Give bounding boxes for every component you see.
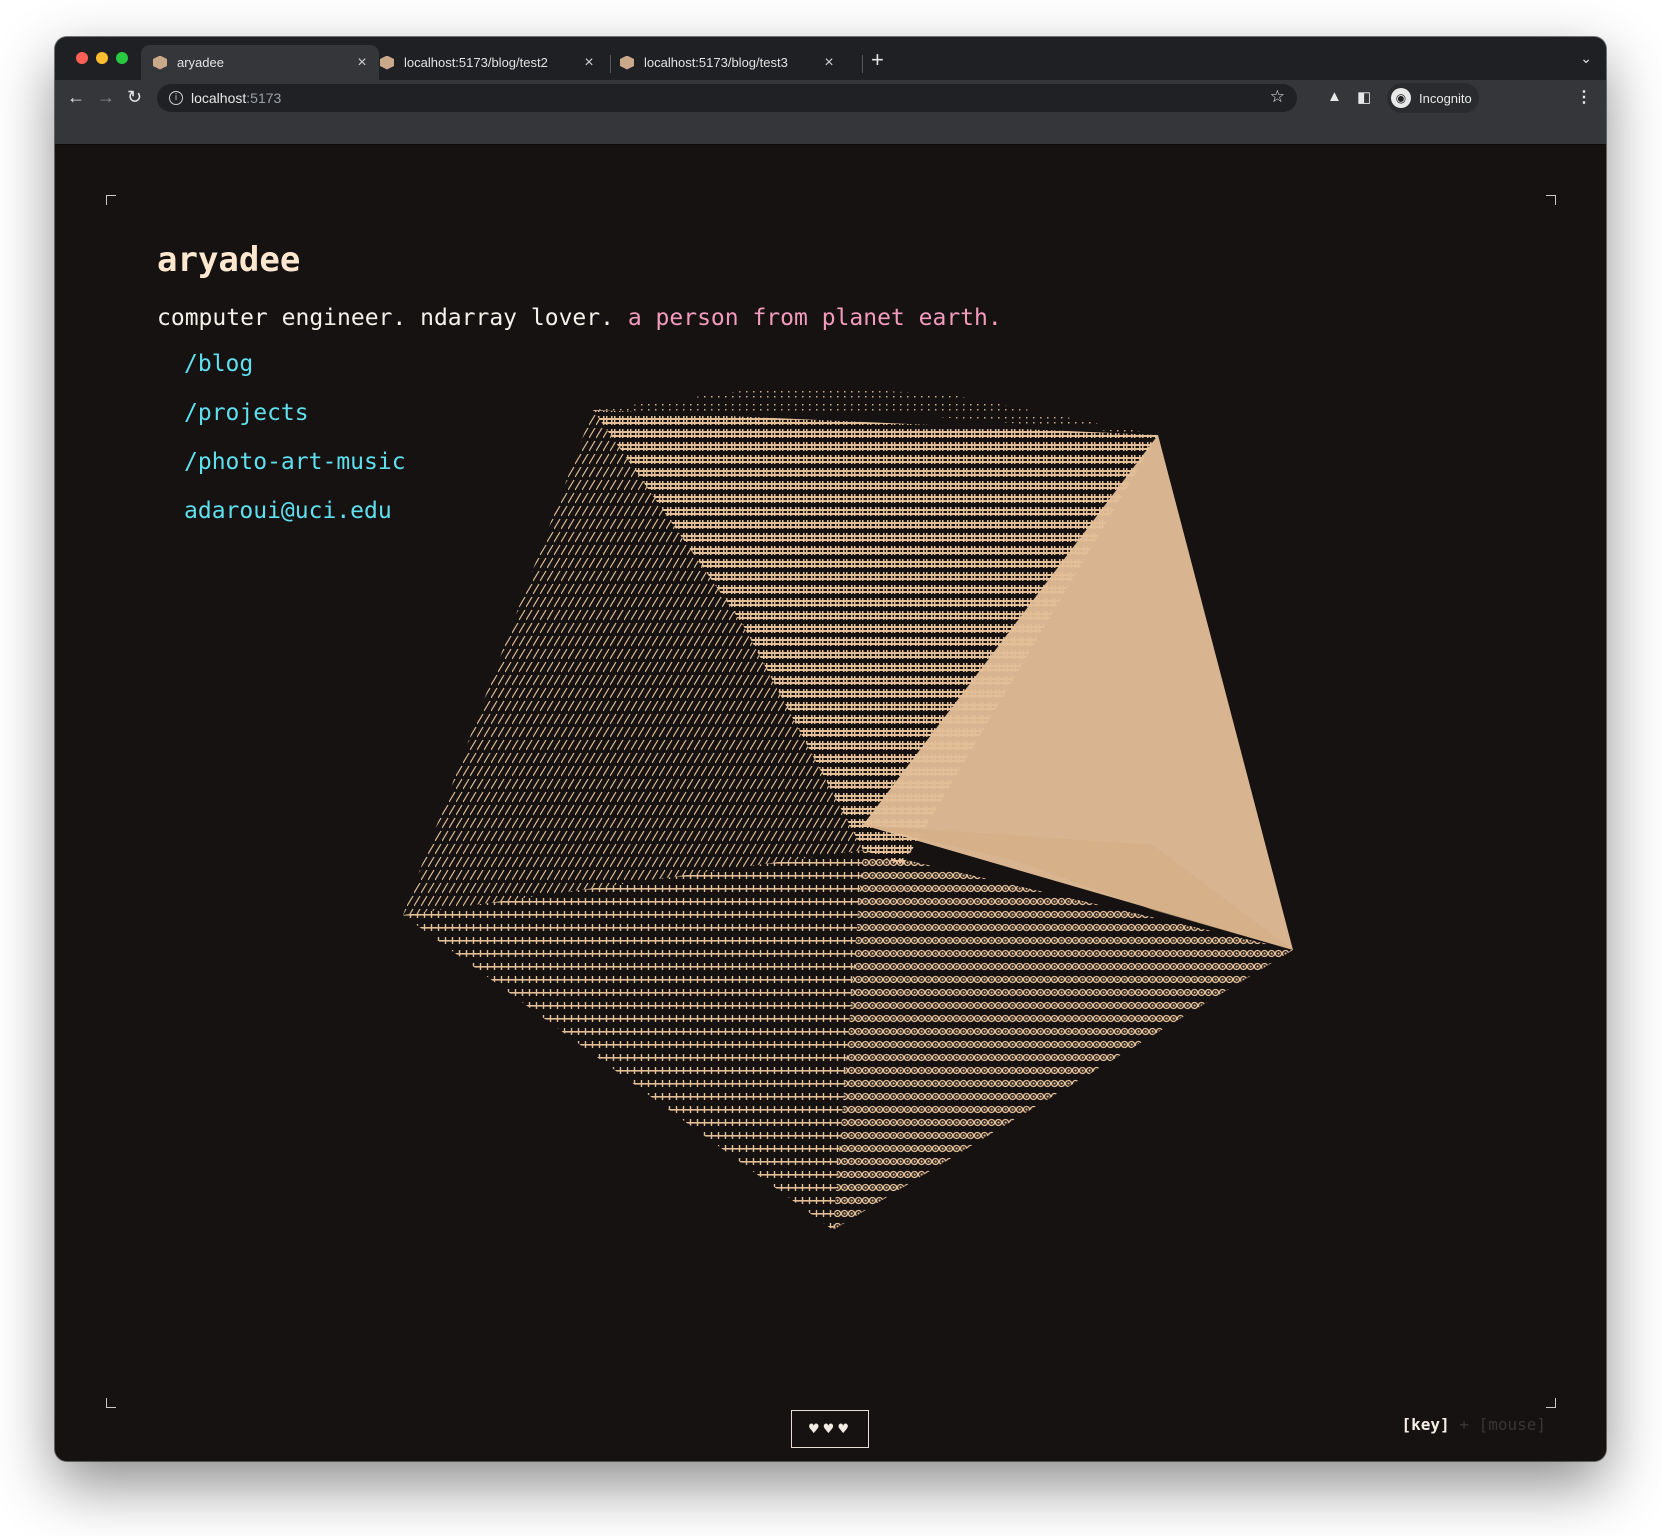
favicon-icon [620,55,634,70]
input-mode-indicator: [key] + [mouse] [1401,1415,1546,1434]
address-port: :5173 [246,90,282,106]
minimize-window-button[interactable] [96,52,108,64]
tab-label: localhost:5173/blog/test2 [404,55,548,70]
incognito-icon: ◉ [1391,88,1411,108]
mode-sep: + [1459,1415,1469,1434]
side-panel-icon[interactable]: ◧ [1357,88,1371,106]
new-tab-button[interactable]: + [871,49,884,71]
tab-divider [862,55,863,73]
page-title: aryadee [157,240,301,280]
address-bar[interactable]: i localhost:5173 ☆ [157,84,1297,112]
link-email[interactable]: adaroui@uci.edu [184,497,406,525]
browser-menu-icon[interactable]: ⋮ [1576,87,1592,107]
close-tab-icon[interactable]: × [818,54,840,72]
nav-links: /blog /projects /photo-art-music adaroui… [184,350,406,546]
forward-button[interactable]: → [97,86,115,108]
tab-label: localhost:5173/blog/test3 [644,55,788,70]
corner-bracket-bottom-right [1546,1398,1556,1408]
bookmark-star-icon[interactable]: ☆ [1270,87,1285,107]
mode-mouse[interactable]: [mouse] [1479,1415,1546,1434]
corner-bracket-top-left [106,195,116,205]
tab-blog-test2[interactable]: localhost:5173/blog/test2 × [368,45,606,80]
corner-bracket-bottom-left [106,1398,116,1408]
tab-aryadee[interactable]: aryadee × [141,45,379,80]
corner-bracket-top-right [1546,195,1556,205]
browser-toolbar: ← → ↻ i localhost:5173 ☆ ▲ ◧ ◉ Incognito… [55,80,1606,116]
tab-blog-test3[interactable]: localhost:5173/blog/test3 × [608,45,846,80]
ascii-face-bottom-left [403,850,863,1230]
tagline-accent: a person from planet earth. [627,305,1002,331]
address-host: localhost [191,90,247,106]
site-info-icon[interactable]: i [169,91,183,105]
tab-label: aryadee [177,55,224,70]
link-photo-art-music[interactable]: /photo-art-music [184,448,406,476]
tab-search-chevron-icon[interactable]: ⌄ [1580,50,1592,67]
ascii-art-canvas[interactable] [393,375,1393,1255]
incognito-profile-button[interactable]: ◉ Incognito [1387,83,1479,113]
tagline: computer engineer. ndarray lover. a pers… [157,305,1002,331]
browser-window: aryadee × localhost:5173/blog/test2 × lo… [55,37,1606,1461]
tab-strip: aryadee × localhost:5173/blog/test2 × lo… [55,37,1606,80]
toolbar-extension-strip [55,116,1606,145]
back-button[interactable]: ← [67,86,85,108]
labs-flask-icon[interactable]: ▲ [1327,88,1342,105]
reload-button[interactable]: ↻ [127,86,142,108]
favicon-icon [380,55,394,70]
close-window-button[interactable] [76,52,88,64]
link-projects[interactable]: /projects [184,399,406,427]
link-blog[interactable]: /blog [184,350,406,378]
profile-label: Incognito [1419,90,1472,106]
hearts-button[interactable]: ♥♥♥ [791,1410,869,1448]
close-tab-icon[interactable]: × [578,54,600,72]
mode-key[interactable]: [key] [1401,1415,1449,1434]
maximize-window-button[interactable] [116,52,128,64]
page-viewport: aryadee computer engineer. ndarray lover… [55,145,1606,1461]
favicon-icon [153,55,167,70]
tagline-text: computer engineer. ndarray lover. [157,305,614,331]
